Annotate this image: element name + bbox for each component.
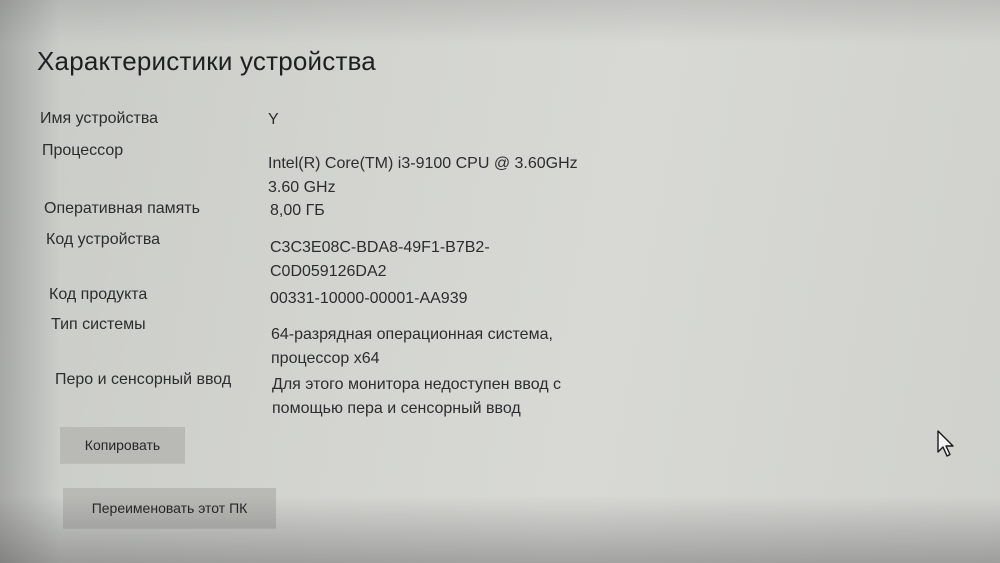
spec-value-line: C0D059126DA2 bbox=[270, 263, 387, 280]
spec-value-line: Для этого монитора недоступен ввод с bbox=[272, 376, 562, 393]
spec-value-line: 00331-10000-00001-AA939 bbox=[270, 290, 468, 307]
rename-pc-button[interactable]: Переименовать этот ПК bbox=[63, 488, 276, 528]
spec-value-processor: Intel(R) Core(TM) i3-9100 CPU @ 3.60GHz … bbox=[268, 152, 578, 200]
spec-value-line: процессор x64 bbox=[271, 350, 380, 367]
spec-value-line: Intel(R) Core(TM) i3-9100 CPU @ 3.60GHz bbox=[268, 155, 578, 172]
spec-value-line: 64-разрядная операционная система, bbox=[271, 326, 553, 343]
device-specifications-panel: Характеристики устройства Имя устройства… bbox=[0, 0, 1000, 563]
spec-value-system-type: 64-разрядная операционная система, проце… bbox=[271, 323, 553, 371]
spec-label-system-type: Тип системы bbox=[51, 316, 146, 333]
spec-label-device-name: Имя устройства bbox=[40, 110, 159, 127]
spec-value-line: Y bbox=[268, 111, 279, 128]
spec-value-ram: 8,00 ГБ bbox=[270, 199, 325, 223]
spec-value-line: 3.60 GHz bbox=[268, 179, 336, 196]
spec-value-line: 8,00 ГБ bbox=[270, 202, 325, 219]
spec-value-pen-touch: Для этого монитора недоступен ввод с пом… bbox=[272, 373, 561, 421]
spec-value-line: C3C3E08C-BDA8-49F1-B7B2- bbox=[270, 239, 490, 256]
spec-label-product-id: Код продукта bbox=[49, 286, 148, 303]
mouse-pointer-icon bbox=[937, 430, 954, 457]
spec-value-line: помощью пера и сенсорный ввод bbox=[272, 400, 521, 417]
spec-label-ram: Оперативная память bbox=[44, 200, 200, 217]
spec-label-processor: Процессор bbox=[42, 142, 124, 159]
spec-value-device-name: Y bbox=[268, 108, 279, 132]
section-title: Характеристики устройства bbox=[37, 46, 376, 76]
copy-button[interactable]: Копировать bbox=[60, 427, 185, 463]
spec-label-device-id: Код устройства bbox=[46, 231, 161, 248]
spec-label-pen-touch: Перо и сенсорный ввод bbox=[55, 371, 232, 388]
spec-value-product-id: 00331-10000-00001-AA939 bbox=[270, 287, 468, 311]
spec-value-device-id: C3C3E08C-BDA8-49F1-B7B2- C0D059126DA2 bbox=[270, 236, 490, 284]
